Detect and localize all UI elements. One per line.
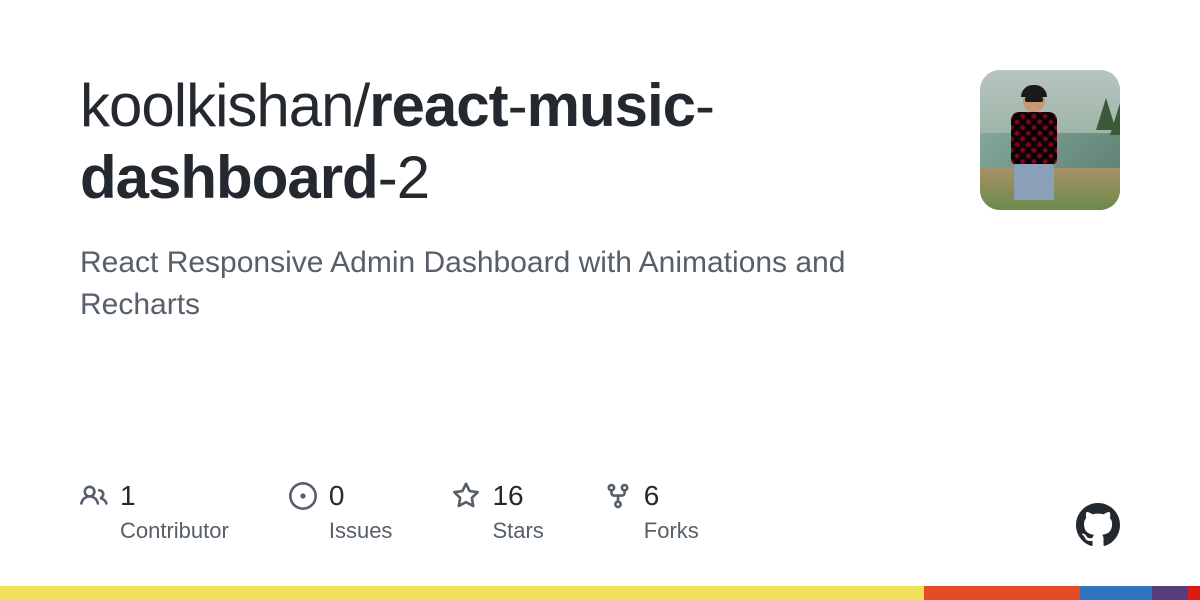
language-segment bbox=[924, 586, 1080, 600]
stat-issues[interactable]: 0 Issues bbox=[289, 480, 393, 544]
stat-forks[interactable]: 6 Forks bbox=[604, 480, 699, 544]
stat-stars[interactable]: 16 Stars bbox=[452, 480, 543, 544]
language-segment bbox=[1188, 586, 1200, 600]
repo-owner[interactable]: koolkishan bbox=[80, 72, 354, 139]
avatar[interactable] bbox=[980, 70, 1120, 210]
stat-label: Stars bbox=[492, 518, 543, 544]
stat-label: Forks bbox=[644, 518, 699, 544]
stat-contributors[interactable]: 1 Contributor bbox=[80, 480, 229, 544]
fork-icon bbox=[604, 482, 632, 510]
language-bar bbox=[0, 586, 1200, 600]
repo-title: koolkishan/react-music-dashboard-2 bbox=[80, 70, 900, 214]
stat-value: 0 bbox=[329, 480, 345, 512]
language-segment bbox=[1080, 586, 1152, 600]
stat-value: 1 bbox=[120, 480, 136, 512]
github-logo-icon[interactable] bbox=[1076, 503, 1120, 552]
stats-row: 1 Contributor 0 Issues 16 Stars 6 Forks bbox=[80, 480, 699, 544]
repo-name-part: react bbox=[369, 72, 507, 139]
stat-label: Issues bbox=[329, 518, 393, 544]
language-segment bbox=[0, 586, 924, 600]
star-icon bbox=[452, 482, 480, 510]
language-segment bbox=[1152, 586, 1188, 600]
repo-name-part: 2 bbox=[397, 144, 429, 211]
stat-label: Contributor bbox=[120, 518, 229, 544]
stat-value: 16 bbox=[492, 480, 523, 512]
repo-description: React Responsive Admin Dashboard with An… bbox=[80, 242, 900, 326]
stat-value: 6 bbox=[644, 480, 660, 512]
repo-name-part: music bbox=[527, 72, 695, 139]
issue-icon bbox=[289, 482, 317, 510]
repo-name-part: dashboard bbox=[80, 144, 378, 211]
people-icon bbox=[80, 482, 108, 510]
